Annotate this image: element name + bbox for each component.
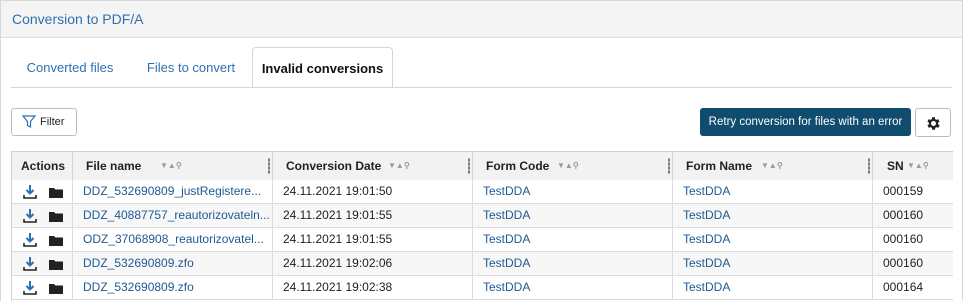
col-form-name-header[interactable]: Form Name ▼▲⚲ — [673, 152, 873, 181]
column-resize-handle[interactable] — [868, 158, 870, 174]
form-name-link[interactable]: TestDDA — [673, 276, 873, 299]
tab-converted-files[interactable]: Converted files — [11, 47, 129, 87]
form-code-link[interactable]: TestDDA — [473, 252, 673, 275]
column-resize-handle[interactable] — [668, 158, 670, 174]
col-form-code-header[interactable]: Form Code ▼▲⚲ — [473, 152, 673, 181]
tab-files-to-convert[interactable]: Files to convert — [131, 47, 251, 87]
column-resize-handle[interactable] — [268, 158, 270, 174]
form-code-link[interactable]: TestDDA — [473, 276, 673, 299]
invalid-conversions-table: Actions File name ▼▲⚲ Conversion Date ▼▲… — [11, 151, 953, 301]
file-name-link[interactable]: DDZ_40887757_reautorizovateln... — [73, 204, 273, 227]
form-code-link[interactable]: TestDDA — [473, 180, 673, 203]
panel-header: Conversion to PDF/A — [0, 0, 963, 38]
row-actions — [12, 180, 73, 203]
form-name-link[interactable]: TestDDA — [673, 204, 873, 227]
sort-icon[interactable]: ▼▲⚲ — [388, 161, 410, 170]
folder-icon[interactable] — [47, 183, 65, 201]
sort-icon[interactable]: ▼▲⚲ — [761, 161, 783, 170]
folder-icon[interactable] — [47, 279, 65, 297]
filter-label: Filter — [40, 116, 65, 128]
download-icon[interactable] — [21, 231, 39, 249]
column-resize-handle[interactable] — [468, 158, 470, 174]
col-file-name-header[interactable]: File name ▼▲⚲ — [73, 152, 273, 181]
conversion-date: 24.11.2021 19:02:06 — [273, 252, 473, 275]
file-name-link[interactable]: DDZ_532690809_justRegistere... — [73, 180, 273, 203]
row-actions — [12, 204, 73, 227]
conversion-date: 24.11.2021 19:01:50 — [273, 180, 473, 203]
form-code-link[interactable]: TestDDA — [473, 228, 673, 251]
settings-button[interactable] — [915, 108, 951, 137]
form-name-link[interactable]: TestDDA — [673, 228, 873, 251]
row-actions — [12, 252, 73, 275]
folder-icon[interactable] — [47, 255, 65, 273]
form-name-link[interactable]: TestDDA — [673, 180, 873, 203]
folder-icon[interactable] — [47, 207, 65, 225]
sn-value: 000164 — [883, 280, 924, 294]
retry-conversion-button[interactable]: Retry conversion for files with an error — [700, 108, 911, 136]
sn-value: 000160 — [883, 208, 924, 222]
row-actions — [12, 276, 73, 299]
table-header: Actions File name ▼▲⚲ Conversion Date ▼▲… — [12, 151, 953, 182]
download-icon[interactable] — [21, 207, 39, 225]
table-row: ODZ_37068908_reautorizovatel... 24.11.20… — [12, 228, 953, 252]
row-actions — [12, 228, 73, 251]
sn-value: 000159 — [883, 184, 924, 198]
table-row: DDZ_532690809.zfo 24.11.2021 19:02:06 Te… — [12, 252, 953, 276]
page-title: Conversion to PDF/A — [12, 11, 144, 27]
col-actions-header: Actions — [12, 152, 73, 181]
table-row: DDZ_40887757_reautorizovateln... 24.11.2… — [12, 204, 953, 228]
folder-icon[interactable] — [47, 231, 65, 249]
form-name-link[interactable]: TestDDA — [673, 252, 873, 275]
col-sn-header[interactable]: SN ▼▲⚲ — [873, 152, 953, 181]
filter-button[interactable]: Filter — [11, 108, 77, 136]
conversion-date: 24.11.2021 19:02:38 — [273, 276, 473, 299]
tabs-divider — [11, 87, 952, 88]
conversion-date: 24.11.2021 19:01:55 — [273, 228, 473, 251]
download-icon[interactable] — [21, 183, 39, 201]
conversion-date: 24.11.2021 19:01:55 — [273, 204, 473, 227]
filter-icon — [22, 115, 36, 128]
file-name-link[interactable]: DDZ_532690809.zfo — [73, 252, 273, 275]
download-icon[interactable] — [21, 255, 39, 273]
download-icon[interactable] — [21, 279, 39, 297]
table-row: DDZ_532690809.zfo 24.11.2021 19:02:38 Te… — [12, 276, 953, 300]
gear-icon — [927, 117, 940, 130]
file-name-link[interactable]: DDZ_532690809.zfo — [73, 276, 273, 299]
sort-icon[interactable]: ▼▲⚲ — [557, 161, 579, 170]
sort-icon[interactable]: ▼▲⚲ — [907, 161, 929, 170]
table-row: DDZ_532690809_justRegistere... 24.11.202… — [12, 180, 953, 204]
sort-icon[interactable]: ▼▲⚲ — [160, 161, 182, 170]
col-conversion-date-header[interactable]: Conversion Date ▼▲⚲ — [273, 152, 473, 181]
sn-value: 000160 — [883, 256, 924, 270]
form-code-link[interactable]: TestDDA — [473, 204, 673, 227]
sn-value: 000160 — [883, 232, 924, 246]
tab-invalid-conversions[interactable]: Invalid conversions — [252, 47, 393, 88]
file-name-link[interactable]: ODZ_37068908_reautorizovatel... — [73, 228, 273, 251]
